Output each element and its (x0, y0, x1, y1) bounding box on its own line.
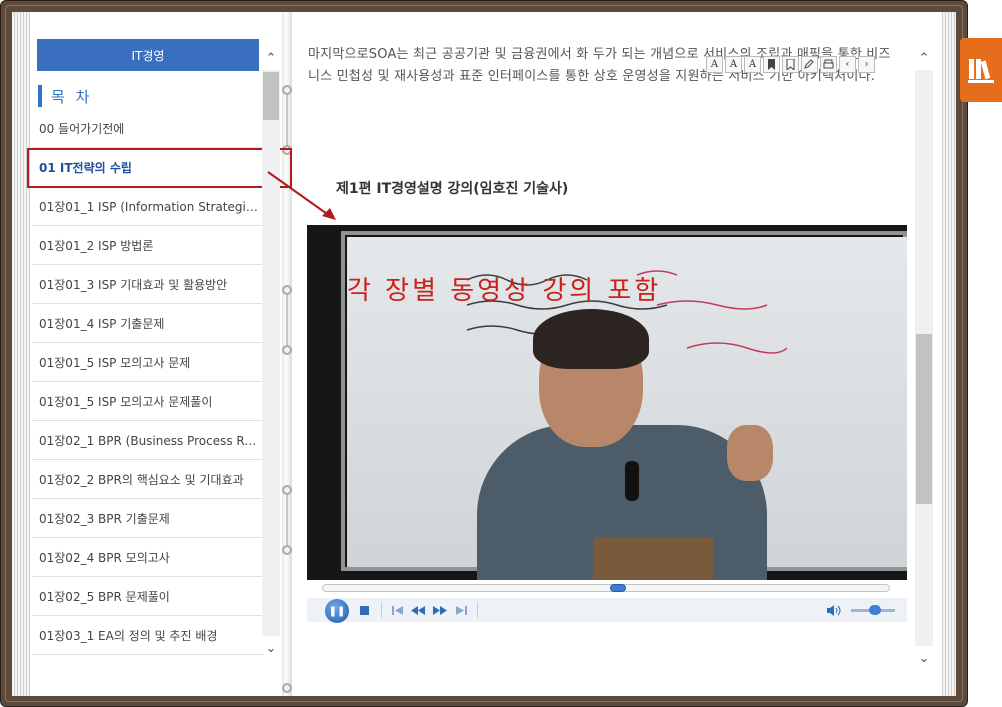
toc-item-label: 01장01_4 ISP 기출문제 (39, 316, 165, 331)
toc-item-label: 01장02_2 BPR의 핵심요소 및 기대효과 (39, 472, 244, 487)
binder-ring (282, 285, 292, 295)
memo-icon[interactable] (801, 56, 818, 73)
toc-item[interactable]: 01장02_5 BPR 문제풀이 (32, 577, 264, 616)
scroll-up-icon[interactable]: ⌃ (262, 48, 280, 68)
ring-link (286, 90, 288, 150)
seek-knob[interactable] (610, 584, 626, 592)
font-decrease-button[interactable]: A (725, 56, 742, 73)
font-increase-button[interactable]: A (706, 56, 723, 73)
prev-page-icon[interactable]: ‹ (839, 56, 856, 73)
section-title: 제1편 IT경영설명 강의(임호진 기술사) (336, 181, 569, 197)
stop-icon[interactable] (357, 603, 371, 617)
reader-toolbar: A A A ‹ › (706, 56, 875, 74)
toc-item[interactable]: 00 들어가기전에 (32, 109, 264, 148)
pause-icon[interactable]: ❚❚ (325, 599, 349, 623)
toc-item-label: 01장02_1 BPR (Business Process Reengineer… (39, 433, 261, 448)
scroll-up-icon[interactable]: ⌃ (915, 48, 933, 68)
skip-forward-icon[interactable] (453, 603, 469, 617)
font-reset-label: A (748, 59, 757, 70)
video-seekbar[interactable] (322, 584, 890, 592)
next-page-icon[interactable]: › (858, 56, 875, 73)
toc-item-label: 01장02_4 BPR 모의고사 (39, 550, 170, 565)
font-reset-button[interactable]: A (744, 56, 761, 73)
ring-link (286, 490, 288, 550)
toc-scrollbar[interactable]: ⌃ ⌄ (262, 48, 280, 658)
toc-item[interactable]: 01장02_1 BPR (Business Process Reengineer… (32, 421, 264, 460)
binder-ring (282, 545, 292, 555)
control-separator (477, 602, 478, 618)
toc-item-label: 00 들어가기전에 (39, 121, 125, 136)
scroll-down-icon[interactable]: ⌄ (262, 638, 280, 658)
toc-item-label: 01장02_3 BPR 기출문제 (39, 511, 170, 526)
ring-link (286, 290, 288, 350)
binder-ring (282, 485, 292, 495)
scroll-down-icon[interactable]: ⌄ (915, 648, 933, 668)
bookshelf-icon (968, 59, 994, 83)
toc-category-header[interactable]: IT경영 (37, 39, 259, 71)
video-controls: ❚❚ (307, 598, 907, 623)
toc-item[interactable]: 01장01_3 ISP 기대효과 및 활용방안 (32, 265, 264, 304)
toc-item-label: 01장01_5 ISP 모의고사 문제풀이 (39, 394, 213, 409)
font-decrease-label: A (729, 59, 738, 70)
scroll-thumb[interactable] (263, 72, 279, 120)
bookmark-list-icon[interactable] (782, 56, 799, 73)
presenter-hair (533, 309, 649, 369)
page-edge-left (12, 12, 30, 696)
toc-title-row: 목 차 (38, 84, 92, 108)
binder-ring (282, 85, 292, 95)
toc-list: 00 들어가기전에 01 IT전략의 수립 01장01_1 ISP (Infor… (32, 109, 264, 669)
control-separator (381, 602, 382, 618)
scroll-track[interactable] (262, 70, 280, 636)
rewind-icon[interactable] (409, 603, 427, 617)
binder-ring (282, 345, 292, 355)
bookmark-icon[interactable] (763, 56, 780, 73)
toc-item[interactable]: 01장02_4 BPR 모의고사 (32, 538, 264, 577)
toc-item[interactable]: 01장01_4 ISP 기출문제 (32, 304, 264, 343)
binder-ring (282, 683, 292, 693)
toc-item[interactable]: 01장01_5 ISP 모의고사 문제 (32, 343, 264, 382)
toc-item-label: 01장02_5 BPR 문제풀이 (39, 589, 170, 604)
toc-item-label: 01장03_1 EA의 정의 및 추진 배경 (39, 628, 218, 643)
highlight-box (27, 148, 292, 188)
toc-item[interactable]: 01장03_1 EA의 정의 및 추진 배경 (32, 616, 264, 655)
toc-item-label: 01장01_1 ISP (Information Strategic Plann… (39, 199, 261, 214)
video-player[interactable]: 각 장별 동영상 강의 포함 (307, 225, 907, 580)
volume-knob[interactable] (869, 605, 881, 615)
toc-item-label: 01장01_3 ISP 기대효과 및 활용방안 (39, 277, 228, 292)
toc-title-bar (38, 85, 42, 107)
podium (593, 537, 713, 580)
toc-item[interactable]: 01장01_2 ISP 방법론 (32, 226, 264, 265)
library-tab[interactable] (960, 38, 1002, 102)
video-caption: 각 장별 동영상 강의 포함 (347, 276, 662, 306)
skip-back-icon[interactable] (389, 603, 405, 617)
toc-item[interactable]: 01장01_5 ISP 모의고사 문제풀이 (32, 382, 264, 421)
toc-item-label: 01장01_2 ISP 방법론 (39, 238, 154, 253)
content-scrollbar[interactable]: ⌃ ⌄ (915, 48, 933, 668)
toc-item[interactable]: 01장02_3 BPR 기출문제 (32, 499, 264, 538)
print-icon[interactable] (820, 56, 837, 73)
presenter-hand (727, 425, 773, 481)
scroll-thumb[interactable] (916, 334, 932, 504)
font-increase-label: A (710, 59, 719, 70)
microphone (625, 461, 639, 501)
volume-icon[interactable] (825, 603, 843, 617)
toc-title: 목 차 (51, 87, 93, 106)
toc-item[interactable]: 01장02_2 BPR의 핵심요소 및 기대효과 (32, 460, 264, 499)
toc-item[interactable]: 01장01_1 ISP (Information Strategic Plann… (32, 187, 264, 226)
page-edge-right (942, 12, 956, 696)
toc-item-label: 01장01_5 ISP 모의고사 문제 (39, 355, 191, 370)
annotation-arrow-icon (267, 171, 336, 220)
fast-forward-icon[interactable] (431, 603, 449, 617)
